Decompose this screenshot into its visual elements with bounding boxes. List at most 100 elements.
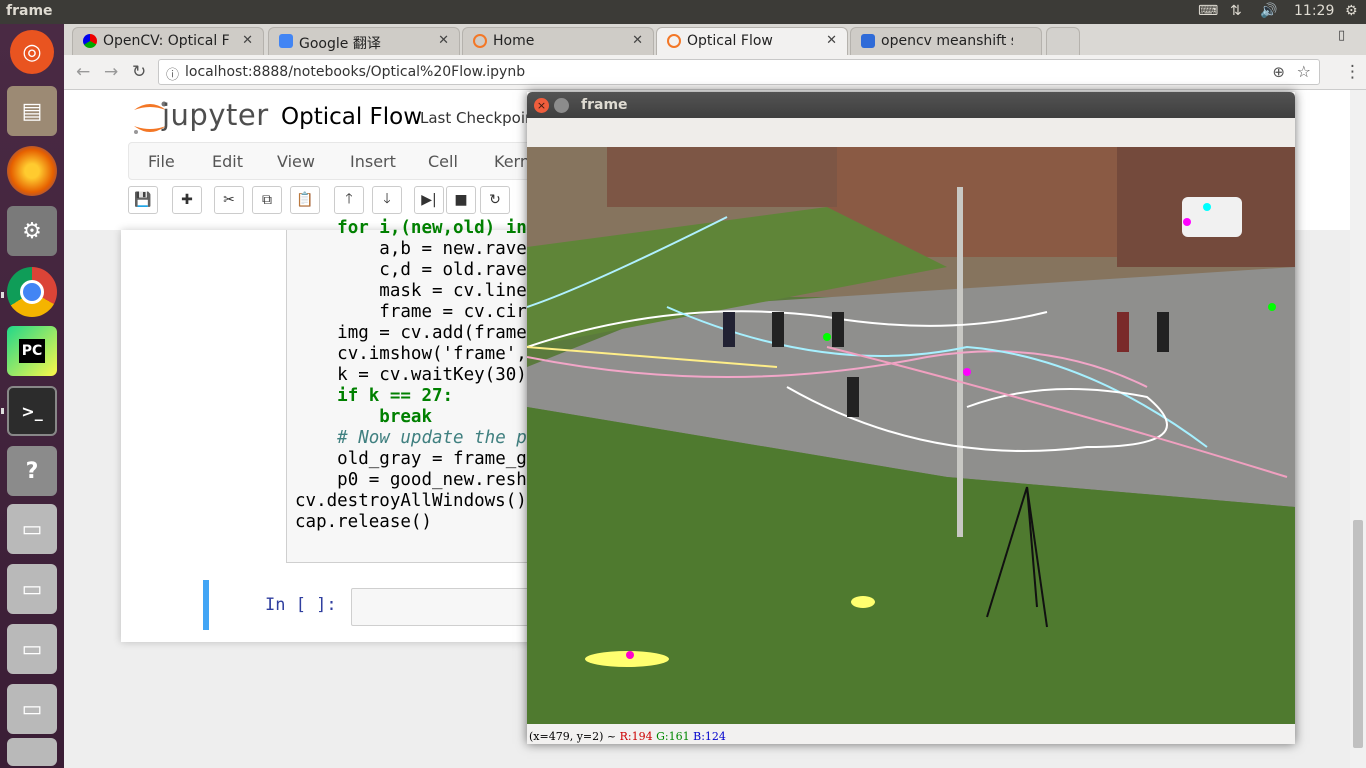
cursor-coordinates: (x=479, y=2) ~ <box>529 730 617 743</box>
red-value: R:194 <box>619 730 653 743</box>
move-down-button[interactable]: 🡓 <box>372 186 402 214</box>
cut-button[interactable]: ✂ <box>214 186 244 214</box>
close-icon[interactable]: ✕ <box>438 33 449 48</box>
status-bar: (x=479, y=2) ~ R:194 G:161 B:124 <box>529 730 726 743</box>
drive-icon[interactable]: ▭ <box>7 504 57 554</box>
firefox-icon[interactable] <box>7 146 57 196</box>
files-icon[interactable]: ▤ <box>7 86 57 136</box>
stop-button[interactable]: ■ <box>446 186 476 214</box>
tab-label: Home <box>493 33 535 49</box>
menu-file[interactable]: File <box>148 152 175 171</box>
zoom-icon[interactable]: ⊕ <box>1272 63 1285 81</box>
page-scrollbar[interactable] <box>1350 90 1366 768</box>
tab-label: Google 翻译 <box>299 36 381 52</box>
address-toolbar: ← → ↻ ⓘ localhost:8888/notebooks/Optical… <box>64 55 1366 90</box>
window-toolstrip <box>527 118 1295 149</box>
volume-icon[interactable]: 🔊 <box>1260 3 1277 19</box>
restart-button[interactable]: ↻ <box>480 186 510 214</box>
keyboard-icon[interactable]: ⌨ <box>1198 3 1218 19</box>
tab-home[interactable]: Home ✕ <box>462 27 654 55</box>
save-button[interactable]: 💾 <box>128 186 158 214</box>
close-icon[interactable]: ✕ <box>632 33 643 48</box>
opencv-frame-window: × frame (x=479, y=2) ~ R:194 G:161 B:124 <box>527 92 1295 744</box>
code-line: old_gray = frame_g <box>337 449 527 469</box>
network-icon[interactable]: ⇅ <box>1230 3 1242 19</box>
pycharm-icon[interactable]: PC <box>7 326 57 376</box>
url-text: localhost:8888/notebooks/Optical%20Flow.… <box>185 64 526 80</box>
minimize-icon[interactable] <box>554 98 569 113</box>
clock[interactable]: 11:29 <box>1294 3 1334 19</box>
back-arrow-icon[interactable]: ← <box>76 62 90 82</box>
drive-icon[interactable]: ▭ <box>7 684 57 734</box>
drive-icon[interactable]: ▭ <box>7 624 57 674</box>
tab-strip: OpenCV: Optical Flow ✕ Google 翻译 ✕ Home … <box>64 24 1366 55</box>
scrollbar-thumb[interactable] <box>1353 520 1363 748</box>
tab-opencv-optical-flow[interactable]: OpenCV: Optical Flow ✕ <box>72 27 264 55</box>
url-bar[interactable]: ⓘ localhost:8888/notebooks/Optical%20Flo… <box>158 59 1320 85</box>
scissors-icon: ✂ <box>223 192 235 208</box>
copy-icon: ⧉ <box>262 192 272 208</box>
jupyter-favicon-icon <box>473 34 487 48</box>
move-up-button[interactable]: 🡑 <box>334 186 364 214</box>
code-line: img = cv.add(frame <box>337 323 527 343</box>
step-forward-icon: ▶| <box>421 192 437 208</box>
plus-icon: ✚ <box>181 192 193 208</box>
chrome-icon[interactable] <box>7 267 57 317</box>
new-tab-button[interactable] <box>1046 27 1080 55</box>
paste-button[interactable]: 📋 <box>290 186 320 214</box>
code-line: if k == 27: <box>337 386 454 406</box>
tab-optical-flow[interactable]: Optical Flow ✕ <box>656 27 848 55</box>
running-indicator <box>1 292 4 298</box>
system-settings-icon[interactable]: ⚙ <box>7 206 57 256</box>
google-translate-favicon-icon <box>279 34 293 48</box>
tab-opencv-meanshift[interactable]: opencv meanshift s <box>850 27 1042 55</box>
ubuntu-dash-icon[interactable]: ◎ <box>10 30 54 74</box>
help-icon[interactable]: ? <box>7 446 57 496</box>
menu-insert[interactable]: Insert <box>350 152 396 171</box>
terminal-icon[interactable]: >_ <box>7 386 57 436</box>
video-frame-image[interactable] <box>527 147 1295 724</box>
code-line: for i,(new,old) in <box>337 218 527 238</box>
cell-prompt: In [ ]: <box>265 595 337 615</box>
close-icon[interactable]: ✕ <box>242 33 253 48</box>
checkpoint-status: Last Checkpoint <box>420 109 541 127</box>
drive-icon[interactable]: ▭ <box>7 564 57 614</box>
chrome-menu-icon[interactable]: ⋮ <box>1344 62 1361 82</box>
tab-label: opencv meanshift s <box>881 33 1013 49</box>
opencv-favicon-icon <box>83 34 97 48</box>
jupyter-logo[interactable]: jupyter <box>130 98 268 140</box>
close-icon[interactable]: × <box>534 98 549 113</box>
window-titlebar[interactable]: × frame <box>527 92 1295 118</box>
reload-icon[interactable]: ↻ <box>132 62 146 82</box>
run-button[interactable]: ▶| <box>414 186 444 214</box>
stop-icon: ■ <box>454 192 468 208</box>
active-window-title: frame <box>6 3 53 19</box>
code-line: c,d = old.rave <box>379 260 527 280</box>
jupyter-wordmark: jupyter <box>162 98 269 132</box>
code-line: mask = cv.line <box>379 281 527 301</box>
top-panel: frame ⌨ ⇅ 🔊 11:29 ⚙ <box>0 0 1366 24</box>
menu-edit[interactable]: Edit <box>212 152 243 171</box>
launcher: ◎ ▤ ⚙ PC >_ ? ▭ ▭ ▭ ▭ <box>0 24 64 768</box>
close-icon[interactable]: ✕ <box>826 33 837 48</box>
tab-label: Optical Flow <box>687 33 773 49</box>
insert-cell-button[interactable]: ✚ <box>172 186 202 214</box>
menu-cell[interactable]: Cell <box>428 152 458 171</box>
code-line: break <box>379 407 432 427</box>
window-restore-icon[interactable]: ▯ <box>1338 28 1345 43</box>
arrow-down-icon: 🡓 <box>383 191 391 207</box>
forward-arrow-icon[interactable]: → <box>104 62 118 82</box>
star-icon[interactable]: ☆ <box>1297 62 1311 81</box>
gear-icon[interactable]: ⚙ <box>1345 3 1358 19</box>
paste-icon: 📋 <box>296 192 314 208</box>
notebook-title[interactable]: Optical Flow <box>281 104 422 130</box>
jupyter-favicon-icon <box>667 34 681 48</box>
arrow-up-icon: 🡑 <box>345 191 353 207</box>
save-icon: 💾 <box>134 192 152 208</box>
menu-view[interactable]: View <box>277 152 315 171</box>
tab-label: OpenCV: Optical Flow <box>103 33 231 49</box>
trash-icon[interactable] <box>7 738 57 766</box>
copy-button[interactable]: ⧉ <box>252 186 282 214</box>
tab-google-translate[interactable]: Google 翻译 ✕ <box>268 27 460 55</box>
info-icon[interactable]: ⓘ <box>166 64 179 83</box>
